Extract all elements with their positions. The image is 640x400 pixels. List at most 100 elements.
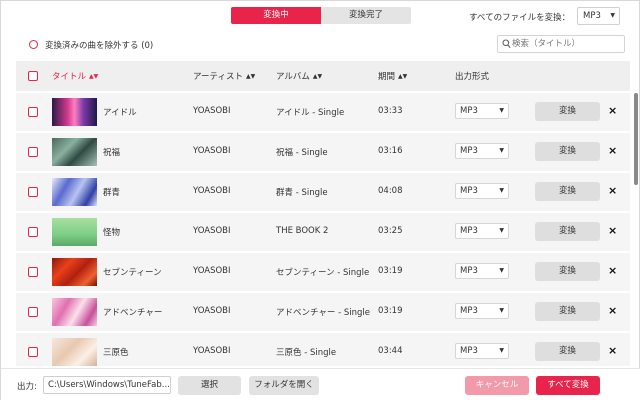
song-duration: 03:19 [378,306,403,316]
close-icon[interactable]: × [608,224,617,238]
convert-all-format-label: すべてのファイルを変換： [469,13,571,23]
search-icon [502,39,511,48]
close-icon[interactable]: × [608,104,617,118]
chevron-down-icon: ▼ [499,307,504,314]
table-row[interactable]: アイドル YOASOBI アイドル - Single 03:33 MP3 ▼ 変換… [16,93,630,131]
convert-button[interactable]: 変換 [535,262,600,281]
close-icon[interactable]: × [608,184,617,198]
close-icon[interactable]: × [608,344,617,358]
search-box[interactable] [497,35,625,53]
open-folder-button[interactable]: フォルダを開く [249,376,319,395]
tab-converting[interactable]: 変換中 [231,7,321,24]
song-duration: 03:16 [378,146,403,156]
row-checkbox[interactable] [28,267,38,277]
scrollbar[interactable] [634,93,638,185]
song-duration: 03:33 [378,106,403,116]
song-album: セブンティーン - Single [276,268,370,278]
format-select[interactable]: MP3 ▼ [455,103,509,119]
format-select[interactable]: MP3 ▼ [455,343,509,359]
row-checkbox[interactable] [28,187,38,197]
row-checkbox[interactable] [28,147,38,157]
convert-button[interactable]: 変換 [535,142,600,161]
close-icon[interactable]: × [608,144,617,158]
song-title: アイドル [103,108,137,118]
search-input[interactable] [512,37,620,51]
table-row[interactable]: アドベンチャー YOASOBI アドベンチャー - Single 03:19 M… [16,293,630,331]
song-title: セブンティーン [103,268,162,278]
song-album: アドベンチャー - Single [276,308,371,318]
chevron-down-icon: ▼ [610,12,615,19]
table-row[interactable]: セブンティーン YOASOBI セブンティーン - Single 03:19 M… [16,253,630,291]
row-checkbox[interactable] [28,107,38,117]
table-row[interactable]: 怪物 YOASOBI THE BOOK 2 03:25 MP3 ▼ 変換 × [16,213,630,251]
column-album-label: アルバム [276,72,310,82]
song-title: 祝福 [103,148,121,158]
sort-icon: ▲▼ [89,73,99,80]
album-art [52,138,97,166]
album-art [52,258,97,286]
chevron-down-icon: ▼ [499,107,504,114]
song-artist: YOASOBI [193,346,231,356]
format-value: MP3 [460,266,478,276]
tab-converted[interactable]: 変換完了 [321,7,411,24]
song-artist: YOASOBI [193,146,231,156]
column-format-label: 出力形式 [455,72,490,82]
format-select[interactable]: MP3 ▼ [455,303,509,319]
app-window: 変換中 変換完了 すべてのファイルを変換： MP3 ▼ 変換済みの曲を除外する … [0,0,640,400]
convert-button[interactable]: 変換 [535,342,600,361]
song-artist: YOASOBI [193,226,231,236]
table-row[interactable]: 三原色 YOASOBI 三原色 - Single 03:44 MP3 ▼ 変換 × [16,333,630,366]
global-format-value: MP3 [583,11,601,21]
convert-button[interactable]: 変換 [535,102,600,121]
song-duration: 03:19 [378,266,403,276]
sort-icon: ▲▼ [398,73,408,80]
column-title[interactable]: タイトル ▲▼ [52,70,98,82]
row-checkbox[interactable] [28,307,38,317]
top-bar: 変換中 変換完了 すべてのファイルを変換： MP3 ▼ [1,1,640,33]
song-album: 祝福 - Single [276,148,328,158]
format-select[interactable]: MP3 ▼ [455,183,509,199]
sort-icon: ▲▼ [245,73,256,80]
format-value: MP3 [460,186,478,196]
column-duration[interactable]: 期間 ▲▼ [378,70,407,82]
exclude-converted-radio[interactable] [29,40,38,49]
song-duration: 03:44 [378,346,403,356]
song-duration: 04:08 [378,186,403,196]
convert-button[interactable]: 変換 [535,222,600,241]
song-album: THE BOOK 2 [276,226,329,236]
song-title: 群青 [103,188,121,198]
sort-icon: ▲▼ [312,73,323,80]
row-checkbox[interactable] [28,227,38,237]
column-duration-label: 期間 [378,72,396,82]
column-album[interactable]: アルバム ▲▼ [276,70,322,82]
album-art [52,338,97,366]
global-format-select[interactable]: MP3 ▼ [577,7,620,25]
column-artist-label: アーティスト [193,72,243,82]
song-artist: YOASOBI [193,266,231,276]
close-icon[interactable]: × [608,264,617,278]
cancel-button[interactable]: キャンセル [465,376,529,395]
convert-all-button[interactable]: すべて変換 [536,376,600,395]
format-value: MP3 [460,106,478,116]
select-button[interactable]: 選択 [178,376,241,395]
format-select[interactable]: MP3 ▼ [455,263,509,279]
table-row[interactable]: 祝福 YOASOBI 祝福 - Single 03:16 MP3 ▼ 変換 × [16,133,630,171]
chevron-down-icon: ▼ [499,347,504,354]
output-path-field[interactable]: C:\Users\Windows\TuneFab... [43,376,171,394]
convert-button[interactable]: 変換 [535,182,600,201]
select-all-checkbox[interactable] [28,71,38,81]
row-checkbox[interactable] [28,347,38,357]
format-select[interactable]: MP3 ▼ [455,143,509,159]
format-value: MP3 [460,226,478,236]
song-duration: 03:25 [378,226,403,236]
format-value: MP3 [460,306,478,316]
song-title: 怪物 [103,228,121,238]
song-album: アイドル - Single [276,108,345,118]
column-artist[interactable]: アーティスト ▲▼ [193,70,255,82]
column-title-label: タイトル [52,72,87,82]
format-select[interactable]: MP3 ▼ [455,223,509,239]
close-icon[interactable]: × [608,304,617,318]
output-label: 出力: [17,382,37,392]
table-row[interactable]: 群青 YOASOBI 群青 - Single 04:08 MP3 ▼ 変換 × [16,173,630,211]
convert-button[interactable]: 変換 [535,302,600,321]
